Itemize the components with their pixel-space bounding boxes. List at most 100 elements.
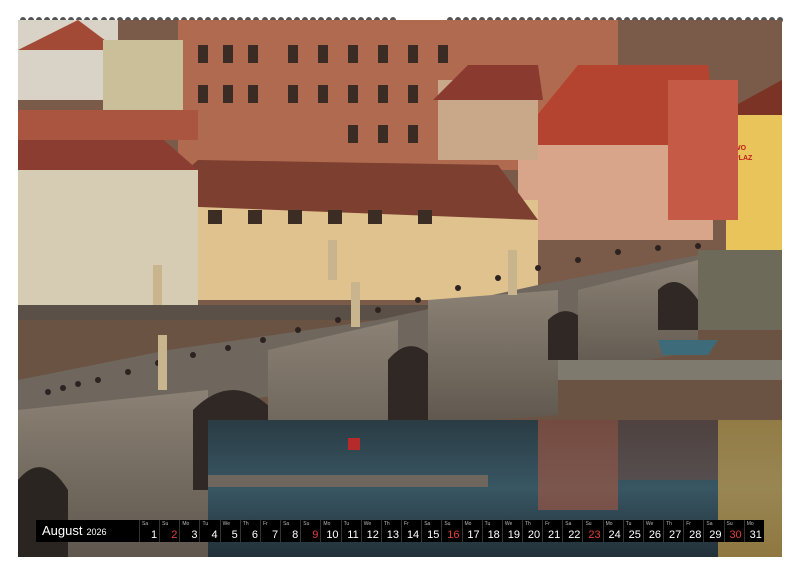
day-number: 15	[427, 529, 440, 541]
day-cell: Th 27	[663, 520, 683, 542]
day-number: 18	[487, 529, 500, 541]
day-cell: Th 6	[239, 520, 260, 542]
weekday-label: Th	[242, 521, 249, 527]
weekday-label: We	[504, 521, 513, 527]
day-number: 2	[171, 529, 178, 541]
day-number: 30	[729, 529, 742, 541]
day-cell: Tu 11	[340, 520, 361, 542]
weekday-label: Sa	[706, 521, 713, 527]
day-cell: Su 16	[441, 520, 461, 542]
weekday-label: Fr	[545, 521, 550, 527]
day-number: 26	[648, 529, 662, 541]
day-cell: Th 20	[521, 520, 542, 542]
year-label: 2026	[86, 527, 107, 537]
day-cell: We 26	[642, 520, 663, 542]
day-cell: Mo 24	[602, 520, 623, 542]
calendar-photo: WO PLAZ	[18, 20, 782, 557]
day-cell: Sa 22	[562, 520, 582, 542]
day-cell: Tu 18	[481, 520, 502, 542]
weekday-label: Tu	[202, 521, 209, 527]
day-cell: We 5	[219, 520, 240, 542]
day-cell: Fr 7	[259, 520, 280, 542]
day-number: 20	[527, 529, 541, 541]
weekday-label: Su	[444, 521, 451, 527]
day-number: 21	[548, 529, 561, 541]
day-number: 5	[231, 529, 238, 541]
bridge-pier	[428, 290, 558, 425]
weekday-label: We	[222, 521, 231, 527]
day-number: 1	[151, 529, 158, 541]
day-number: 27	[668, 529, 682, 541]
day-cell: Sa 8	[280, 520, 300, 542]
day-number: 14	[406, 529, 420, 541]
weekday-label: Th	[524, 521, 531, 527]
day-number: 25	[628, 529, 641, 541]
day-number: 4	[211, 529, 218, 541]
day-cell: We 12	[360, 520, 381, 542]
day-number: 17	[467, 529, 480, 541]
day-cell: Mo 3	[179, 520, 199, 542]
day-cell: Th 13	[380, 520, 401, 542]
day-number: 12	[366, 529, 379, 541]
day-cell: We 19	[501, 520, 522, 542]
day-cell: Fr 14	[401, 520, 421, 542]
weekday-label: Fr	[404, 521, 409, 527]
day-cell: Mo 31	[743, 520, 764, 542]
day-number: 7	[271, 529, 279, 541]
weekday-label: Tu	[625, 521, 632, 527]
day-cell: Mo 17	[461, 520, 482, 542]
weekday-label: Su	[162, 521, 169, 527]
weekday-label: Th	[383, 521, 390, 527]
day-cell: Fr 21	[542, 520, 562, 542]
month-name: August	[42, 523, 83, 538]
day-number: 11	[347, 529, 359, 541]
weekday-label: Mo	[746, 521, 754, 527]
day-number: 8	[292, 529, 299, 541]
weekday-label: We	[645, 521, 654, 527]
weekday-label: Sa	[565, 521, 572, 527]
weekday-label: Fr	[686, 521, 691, 527]
weekday-label: Sa	[142, 521, 149, 527]
day-cell: Fr 28	[683, 520, 703, 542]
day-cell: Su 2	[159, 520, 179, 542]
day-cell: Su 9	[300, 520, 320, 542]
day-number: 31	[749, 529, 762, 541]
day-cell: Sa 15	[421, 520, 441, 542]
weekday-label: Mo	[605, 521, 613, 527]
month-label: August 2026	[36, 520, 139, 542]
day-number: 9	[312, 529, 319, 541]
calendar-bar: August 2026 Sa 1 Su 2 Mo 3 Tu 4 We 5 Th 6 Fr 7 Sa 8 Su 9 Mo…	[36, 520, 764, 542]
weekday-label: Sa	[283, 521, 290, 527]
day-number: 22	[568, 529, 581, 541]
weekday-label: Su	[303, 521, 310, 527]
day-number: 28	[689, 529, 702, 541]
weekday-label: We	[363, 521, 372, 527]
day-cell: Su 30	[723, 520, 744, 542]
day-number: 24	[608, 529, 621, 541]
weekday-label: Tu	[343, 521, 350, 527]
day-cell: Tu 4	[199, 520, 219, 542]
day-cell: Sa 29	[703, 520, 723, 542]
weekday-label: Sa	[424, 521, 431, 527]
day-number: 16	[447, 529, 460, 541]
day-number: 23	[588, 529, 601, 541]
weekday-label: Su	[585, 521, 592, 527]
day-cell: Mo 10	[320, 520, 340, 542]
weekday-label: Mo	[182, 521, 190, 527]
day-cell: Tu 25	[622, 520, 643, 542]
day-cell: Su 23	[582, 520, 602, 542]
weekday-label: Su	[726, 521, 733, 527]
day-number: 3	[191, 529, 198, 541]
day-cells: Sa 1 Su 2 Mo 3 Tu 4 We 5 Th 6 Fr 7 Sa 8 Su 9 Mo 10 Tu 11 We 12 T…	[139, 520, 764, 542]
weekday-label: Mo	[323, 521, 331, 527]
bridge-photo-illustration: WO PLAZ	[18, 20, 782, 557]
weekday-label: Tu	[484, 521, 491, 527]
weekday-label: Fr	[262, 521, 268, 527]
weekday-label: Th	[666, 521, 672, 527]
weekday-label: Mo	[464, 521, 472, 527]
day-number: 19	[507, 529, 520, 541]
day-number: 10	[326, 529, 339, 541]
day-number: 13	[386, 529, 400, 541]
day-number: 6	[251, 529, 258, 541]
day-cell: Sa 1	[139, 520, 159, 542]
